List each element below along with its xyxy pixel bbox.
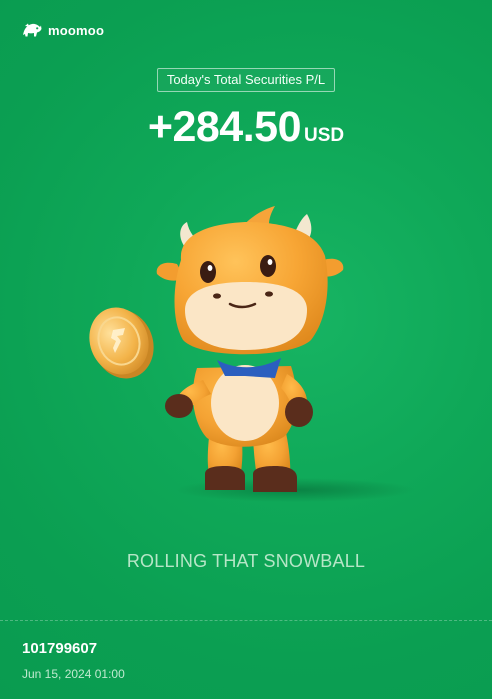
dashed-divider	[0, 620, 492, 621]
pl-label: Today's Total Securities P/L	[156, 68, 336, 92]
pl-amount-value: +284.50	[147, 103, 302, 151]
moomoo-mascot-illustration	[89, 206, 415, 502]
coin-icon	[89, 307, 154, 379]
account-id: 101799607	[22, 640, 98, 657]
pl-amount: +284.50 USD	[0, 103, 492, 152]
brand-name: moomoo	[48, 22, 105, 38]
pl-label-container: Today's Total Securities P/L	[0, 68, 492, 92]
moomoo-logo-icon	[23, 23, 42, 37]
pl-currency: USD	[304, 125, 345, 146]
timestamp: Jun 15, 2024 01:00	[22, 667, 125, 681]
slogan-text: ROLLING THAT SNOWBALL	[126, 551, 366, 571]
pl-share-card: moomoo Today's Total Securities P/L +284…	[0, 0, 492, 699]
brand-header: moomoo	[22, 22, 104, 38]
